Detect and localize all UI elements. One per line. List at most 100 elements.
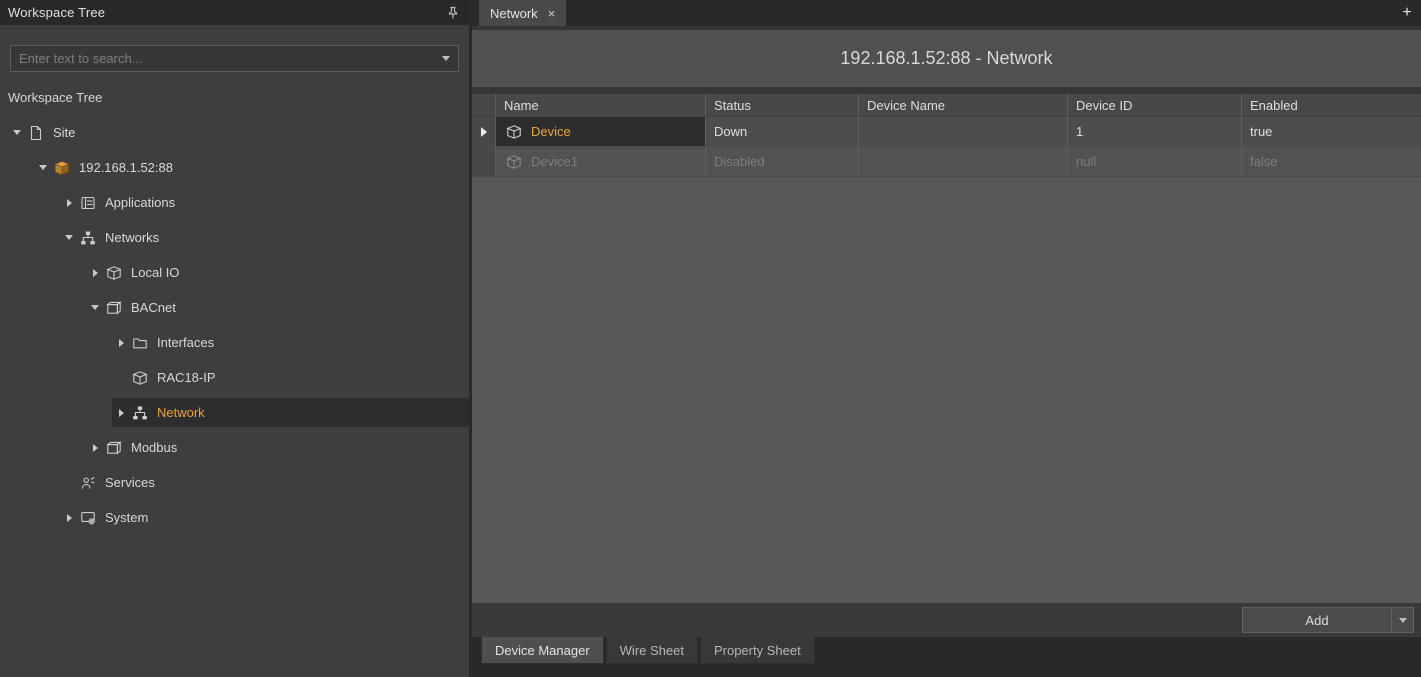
device-name-label: Device bbox=[531, 124, 571, 139]
selector-column-header bbox=[472, 94, 496, 116]
top-tabbar: Network × + bbox=[472, 0, 1421, 26]
tree-item-label: RAC18-IP bbox=[157, 370, 216, 385]
chevron-down-icon bbox=[442, 56, 450, 61]
table-row-device1[interactable]: Device1 Disabled nullfalse bbox=[472, 147, 1421, 177]
system-icon bbox=[78, 510, 98, 526]
column-header-name[interactable]: Name bbox=[496, 94, 706, 116]
grid-header: NameStatusDevice NameDevice IDEnabled bbox=[472, 94, 1421, 117]
tree-item-rac18-ip[interactable]: RAC18-IP bbox=[0, 360, 469, 395]
device-name-label: Device1 bbox=[531, 154, 578, 169]
services-icon bbox=[78, 475, 98, 491]
expand-arrow-icon[interactable] bbox=[60, 199, 78, 207]
new-tab-button[interactable]: + bbox=[1393, 0, 1421, 26]
pin-icon[interactable] bbox=[445, 5, 461, 21]
column-header-device-id[interactable]: Device ID bbox=[1068, 94, 1242, 116]
workspace-tree: Site 192.168.1.52:88 Applications Networks L… bbox=[0, 111, 469, 677]
expand-arrow-icon[interactable] bbox=[112, 339, 130, 347]
cell-status: Disabled bbox=[706, 147, 859, 176]
column-header-status[interactable]: Status bbox=[706, 94, 859, 116]
page-icon bbox=[26, 125, 46, 141]
cube-icon bbox=[504, 154, 524, 170]
current-row-arrow-icon bbox=[481, 127, 487, 137]
tree-item-modbus[interactable]: Modbus bbox=[0, 430, 469, 465]
search-row bbox=[10, 45, 459, 72]
tree-item-192-168-1-52-88[interactable]: 192.168.1.52:88 bbox=[0, 150, 469, 185]
search-box bbox=[10, 45, 459, 72]
network-icon bbox=[130, 405, 150, 421]
tree-item-label: Services bbox=[105, 475, 155, 490]
tree-item-site[interactable]: Site bbox=[0, 115, 469, 150]
tree-item-label: System bbox=[105, 510, 148, 525]
cell-enabled: true bbox=[1242, 117, 1421, 146]
expand-arrow-icon[interactable] bbox=[86, 444, 104, 452]
expand-arrow-icon[interactable] bbox=[60, 514, 78, 522]
grid-toolbar: Add bbox=[472, 603, 1421, 637]
tree-item-interfaces[interactable]: Interfaces bbox=[0, 325, 469, 360]
tree-item-label: Network bbox=[157, 405, 205, 420]
app-window: Workspace Tree Workspace Tree Site 192.16… bbox=[0, 0, 1421, 677]
tree-item-label: BACnet bbox=[131, 300, 176, 315]
row-selector-active[interactable] bbox=[472, 117, 496, 146]
cube-icon bbox=[504, 124, 524, 140]
collapse-arrow-icon[interactable] bbox=[86, 305, 104, 310]
add-button[interactable]: Add bbox=[1242, 607, 1414, 633]
server-icon bbox=[52, 160, 72, 176]
folder3d-icon bbox=[104, 440, 124, 456]
cell-status: Down bbox=[706, 117, 859, 146]
tree-item-label: Site bbox=[53, 125, 75, 140]
collapse-arrow-icon[interactable] bbox=[60, 235, 78, 240]
bottom-tabbar: Device ManagerWire SheetProperty Sheet bbox=[472, 637, 1421, 677]
folder3d-icon bbox=[104, 300, 124, 316]
expand-arrow-icon[interactable] bbox=[86, 269, 104, 277]
workspace-tree-panel: Workspace Tree Workspace Tree Site 192.16… bbox=[0, 0, 472, 677]
grid-body: Device Down 1true Device1 Disabled nullfalse bbox=[472, 117, 1421, 177]
column-header-enabled[interactable]: Enabled bbox=[1242, 94, 1421, 116]
page-title: 192.168.1.52:88 - Network bbox=[472, 30, 1421, 87]
cell-name[interactable]: Device bbox=[496, 117, 706, 146]
tree-item-networks[interactable]: Networks bbox=[0, 220, 469, 255]
cell-device-id: 1 bbox=[1068, 117, 1242, 146]
bottom-tab-wire-sheet[interactable]: Wire Sheet bbox=[606, 637, 698, 664]
cell-device-name bbox=[859, 147, 1068, 176]
cube-icon bbox=[130, 370, 150, 386]
tree-item-label: Modbus bbox=[131, 440, 177, 455]
tree-item-label: 192.168.1.52:88 bbox=[79, 160, 173, 175]
bottom-tab-property-sheet[interactable]: Property Sheet bbox=[700, 637, 815, 664]
cell-device-name bbox=[859, 117, 1068, 146]
cell-enabled: false bbox=[1242, 147, 1421, 176]
device-grid: NameStatusDevice NameDevice IDEnabled De… bbox=[472, 94, 1421, 603]
expand-arrow-icon[interactable] bbox=[112, 409, 130, 417]
cell-name[interactable]: Device1 bbox=[496, 147, 706, 176]
row-selector[interactable] bbox=[472, 147, 496, 176]
cube-icon bbox=[104, 265, 124, 281]
bottom-tab-device-manager[interactable]: Device Manager bbox=[481, 637, 604, 664]
tree-section-label: Workspace Tree bbox=[0, 82, 469, 111]
tree-item-local-io[interactable]: Local IO bbox=[0, 255, 469, 290]
tree-item-label: Networks bbox=[105, 230, 159, 245]
network-icon bbox=[78, 230, 98, 246]
tree-item-applications[interactable]: Applications bbox=[0, 185, 469, 220]
cell-device-id: null bbox=[1068, 147, 1242, 176]
search-input[interactable] bbox=[11, 46, 434, 71]
collapse-arrow-icon[interactable] bbox=[34, 165, 52, 170]
collapse-arrow-icon[interactable] bbox=[8, 130, 26, 135]
close-icon[interactable]: × bbox=[548, 7, 556, 20]
tree-item-label: Interfaces bbox=[157, 335, 214, 350]
main-content: 192.168.1.52:88 - Network NameStatusDevi… bbox=[472, 26, 1421, 637]
add-dropdown-button[interactable] bbox=[1391, 608, 1413, 632]
tree-item-label: Local IO bbox=[131, 265, 179, 280]
workspace-tree-panel-header: Workspace Tree bbox=[0, 0, 469, 25]
tab-label: Network bbox=[490, 6, 538, 21]
tree-item-bacnet[interactable]: BACnet bbox=[0, 290, 469, 325]
tree-item-system[interactable]: System bbox=[0, 500, 469, 535]
tree-item-network[interactable]: Network bbox=[0, 395, 469, 430]
tab-network[interactable]: Network × bbox=[479, 0, 566, 26]
add-button-label: Add bbox=[1243, 608, 1391, 632]
applications-icon bbox=[78, 195, 98, 211]
search-dropdown-button[interactable] bbox=[434, 46, 458, 71]
tree-item-label: Applications bbox=[105, 195, 175, 210]
workspace-tree-panel-title: Workspace Tree bbox=[8, 5, 105, 20]
tree-item-services[interactable]: Services bbox=[0, 465, 469, 500]
column-header-device-name[interactable]: Device Name bbox=[859, 94, 1068, 116]
table-row-device[interactable]: Device Down 1true bbox=[472, 117, 1421, 147]
